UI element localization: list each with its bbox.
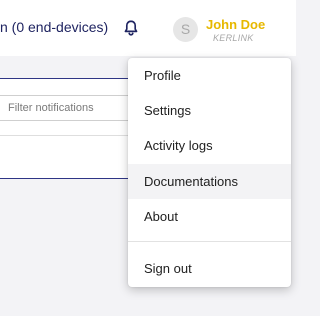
menu-item-documentations[interactable]: Documentations [128, 164, 291, 199]
avatar[interactable]: S [173, 17, 198, 42]
menu-item-settings[interactable]: Settings [128, 93, 291, 128]
menu-item-about[interactable]: About [128, 199, 291, 234]
bell-icon[interactable] [122, 19, 140, 37]
filter-notifications-input[interactable] [0, 95, 144, 121]
user-dropdown-menu: Profile Settings Activity logs Documenta… [128, 58, 291, 287]
menu-divider [128, 241, 291, 242]
user-organization: KERLINK [213, 33, 254, 43]
user-name[interactable]: John Doe [206, 17, 265, 32]
page-title: n (0 end-devices) [0, 19, 109, 35]
menu-item-sign-out[interactable]: Sign out [128, 251, 291, 286]
menu-item-profile[interactable]: Profile [128, 58, 291, 93]
menu-item-activity-logs[interactable]: Activity logs [128, 128, 291, 163]
top-bar: n (0 end-devices) S John Doe KERLINK [0, 0, 296, 56]
panel-divider [0, 135, 144, 136]
notifications-panel [0, 78, 144, 179]
